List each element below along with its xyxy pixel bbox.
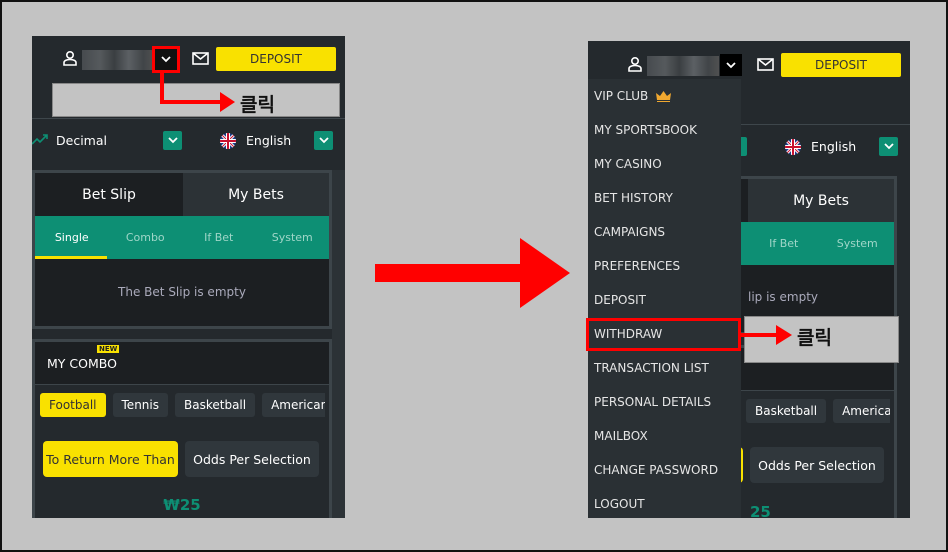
tab-my-bets[interactable]: My Bets	[183, 173, 329, 216]
user-icon[interactable]	[627, 56, 643, 72]
chevron-down-icon	[318, 137, 329, 144]
my-combo-panel: MY COMBO NEW Football Tennis Basketball …	[32, 339, 332, 518]
chevron-down-icon	[726, 61, 736, 68]
combo-amount: ₩25	[163, 496, 201, 514]
menu-item-my-casino[interactable]: MY CASINO	[588, 147, 741, 181]
menu-item-change-password[interactable]: CHANGE PASSWORD	[588, 453, 741, 487]
subtab-if-bet[interactable]: If Bet	[747, 222, 821, 265]
scrollbar[interactable]	[332, 170, 345, 518]
account-dropdown-button[interactable]	[720, 54, 742, 76]
big-red-arrow-icon	[375, 238, 570, 308]
red-arrow-icon	[740, 325, 792, 345]
menu-item-label: VIP CLUB	[594, 89, 649, 103]
deposit-button[interactable]: DEPOSIT	[781, 53, 901, 77]
subtab-system[interactable]: System	[256, 216, 330, 259]
subtab-combo[interactable]: Combo	[109, 216, 183, 259]
divider	[32, 118, 345, 119]
empty-bet-slip-text: The Bet Slip is empty	[118, 285, 246, 299]
mail-icon[interactable]	[192, 52, 209, 65]
mail-icon[interactable]	[757, 58, 774, 71]
bet-slip-panel: Bet Slip My Bets Single Combo If Bet Sys…	[32, 170, 332, 329]
sport-chip-basketball[interactable]: Basketball	[175, 393, 256, 417]
uk-flag-icon	[220, 133, 236, 149]
subtab-single[interactable]: Single	[35, 216, 109, 259]
highlight-outline	[586, 318, 741, 351]
username-blurred	[82, 50, 154, 70]
tab-bet-slip[interactable]: Bet Slip	[35, 173, 183, 216]
odds-per-selection-button[interactable]: Odds Per Selection	[185, 441, 319, 477]
chevron-down-icon	[167, 137, 178, 144]
tab-my-bets[interactable]: My Bets	[748, 179, 894, 222]
empty-bet-slip-text: lip is empty	[748, 290, 818, 304]
user-icon[interactable]	[62, 50, 78, 66]
menu-item-preferences[interactable]: PREFERENCES	[588, 249, 741, 283]
subtab-system[interactable]: System	[821, 222, 895, 265]
to-return-more-than-button[interactable]: To Return More Than	[43, 441, 178, 477]
highlight-outline	[152, 46, 180, 73]
sport-chip-american-football[interactable]: American Foo	[833, 399, 890, 423]
my-combo-title: MY COMBO	[47, 356, 117, 371]
language-label: English	[811, 139, 857, 154]
subtab-if-bet[interactable]: If Bet	[182, 216, 256, 259]
uk-flag-icon	[785, 139, 801, 155]
menu-item-transaction-list[interactable]: TRANSACTION LIST	[588, 351, 741, 385]
menu-item-mailbox[interactable]: MAILBOX	[588, 419, 741, 453]
sport-chip-american-football[interactable]: American Foo	[262, 393, 325, 417]
language-dropdown[interactable]	[314, 131, 333, 150]
deposit-button[interactable]: DEPOSIT	[216, 47, 336, 71]
menu-item-bet-history[interactable]: BET HISTORY	[588, 181, 741, 215]
language-dropdown[interactable]	[879, 137, 898, 156]
sport-chip-football[interactable]: Football	[40, 393, 106, 417]
odds-format-dropdown[interactable]	[163, 131, 182, 150]
red-arrow-icon	[160, 72, 235, 112]
menu-item-deposit[interactable]: DEPOSIT	[588, 283, 741, 317]
click-annotation: 클릭	[240, 94, 275, 116]
sport-chip-basketball[interactable]: Basketball	[746, 399, 827, 423]
menu-item-personal-details[interactable]: PERSONAL DETAILS	[588, 385, 741, 419]
odds-trend-icon	[32, 134, 48, 145]
sport-chip-tennis[interactable]: Tennis	[112, 393, 168, 417]
new-badge: NEW	[97, 345, 120, 353]
crown-icon	[656, 90, 672, 102]
click-annotation: 클릭	[797, 327, 832, 349]
language-label: English	[246, 133, 292, 148]
menu-item-my-sportsbook[interactable]: MY SPORTSBOOK	[588, 113, 741, 147]
username-blurred	[647, 56, 719, 76]
after-screenshot: DEPOSIT English My Bets If Bet System li…	[588, 41, 910, 518]
account-dropdown-menu: VIP CLUB MY SPORTSBOOK MY CASINO BET HIS…	[588, 79, 741, 518]
odds-per-selection-button[interactable]: Odds Per Selection	[750, 447, 884, 483]
odds-format-label: Decimal	[56, 133, 107, 148]
menu-item-campaigns[interactable]: CAMPAIGNS	[588, 215, 741, 249]
active-tab-indicator	[35, 256, 107, 259]
menu-item-logout[interactable]: LOGOUT	[588, 487, 741, 518]
chevron-down-icon	[883, 143, 894, 150]
menu-item-vip-club[interactable]: VIP CLUB	[588, 79, 741, 113]
combo-amount: 25	[750, 503, 771, 518]
